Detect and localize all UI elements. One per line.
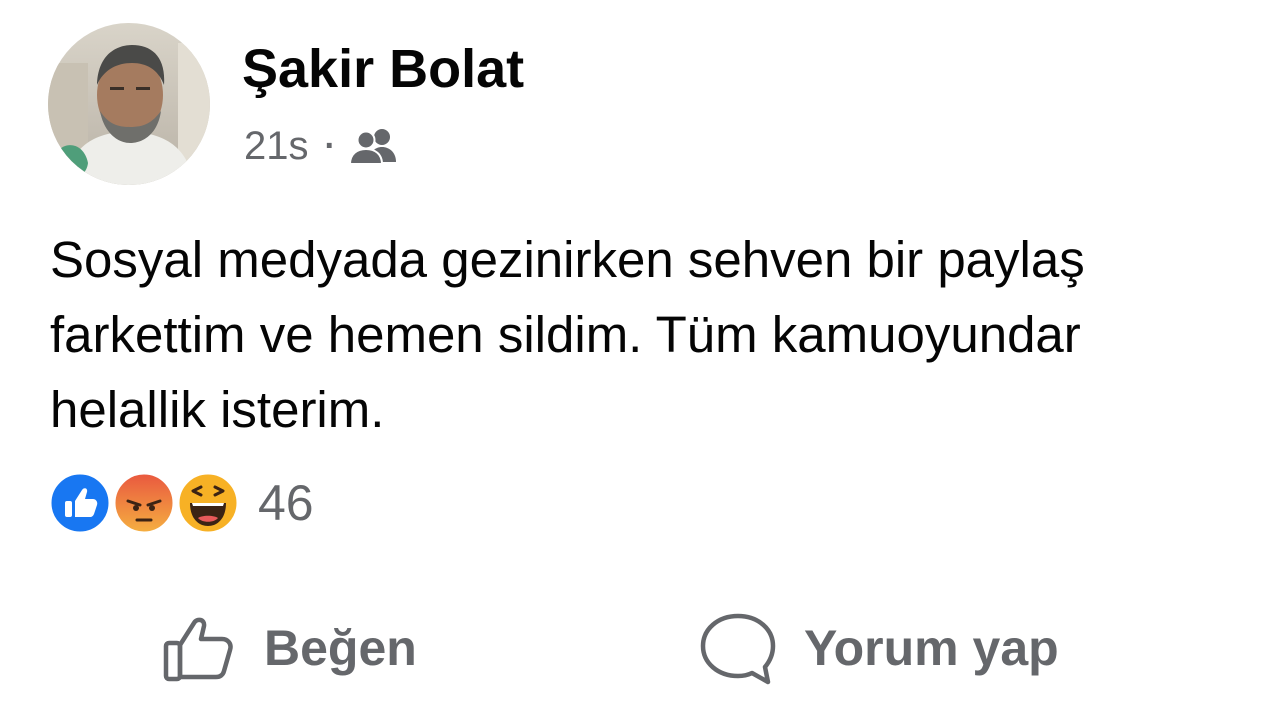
post-text-line: Sosyal medyada gezinirken sehven bir pay…: [50, 231, 1085, 288]
post-text-line: helallik isterim.: [50, 381, 385, 438]
facebook-post: Şakir Bolat 21s · Sosyal medyada gezinir…: [0, 0, 1280, 720]
author-name[interactable]: Şakir Bolat: [242, 38, 524, 100]
post-actions: Beğen Yorum yap: [0, 600, 1280, 696]
reaction-icons: [48, 470, 248, 536]
like-reaction-icon: [48, 471, 112, 535]
reactions-summary[interactable]: 46: [48, 470, 314, 536]
angry-reaction-icon: [112, 471, 176, 535]
reaction-count[interactable]: 46: [258, 474, 314, 532]
comment-button-label: Yorum yap: [804, 620, 1059, 676]
thumbs-up-icon: [163, 617, 233, 682]
comment-button[interactable]: Yorum yap: [698, 600, 1059, 696]
like-button[interactable]: Beğen: [160, 600, 417, 696]
post-meta: 21s ·: [244, 118, 398, 174]
avatar[interactable]: [48, 23, 210, 185]
friends-icon[interactable]: [348, 126, 398, 166]
like-button-label: Beğen: [264, 620, 417, 676]
post-text: Sosyal medyada gezinirken sehven bir pay…: [50, 222, 1280, 447]
comment-icon: [700, 613, 776, 685]
meta-separator: ·: [324, 126, 336, 165]
post-text-line: farkettim ve hemen sildim. Tüm kamuoyund…: [50, 306, 1081, 363]
haha-reaction-icon: [176, 471, 240, 535]
post-time[interactable]: 21s: [244, 124, 309, 169]
